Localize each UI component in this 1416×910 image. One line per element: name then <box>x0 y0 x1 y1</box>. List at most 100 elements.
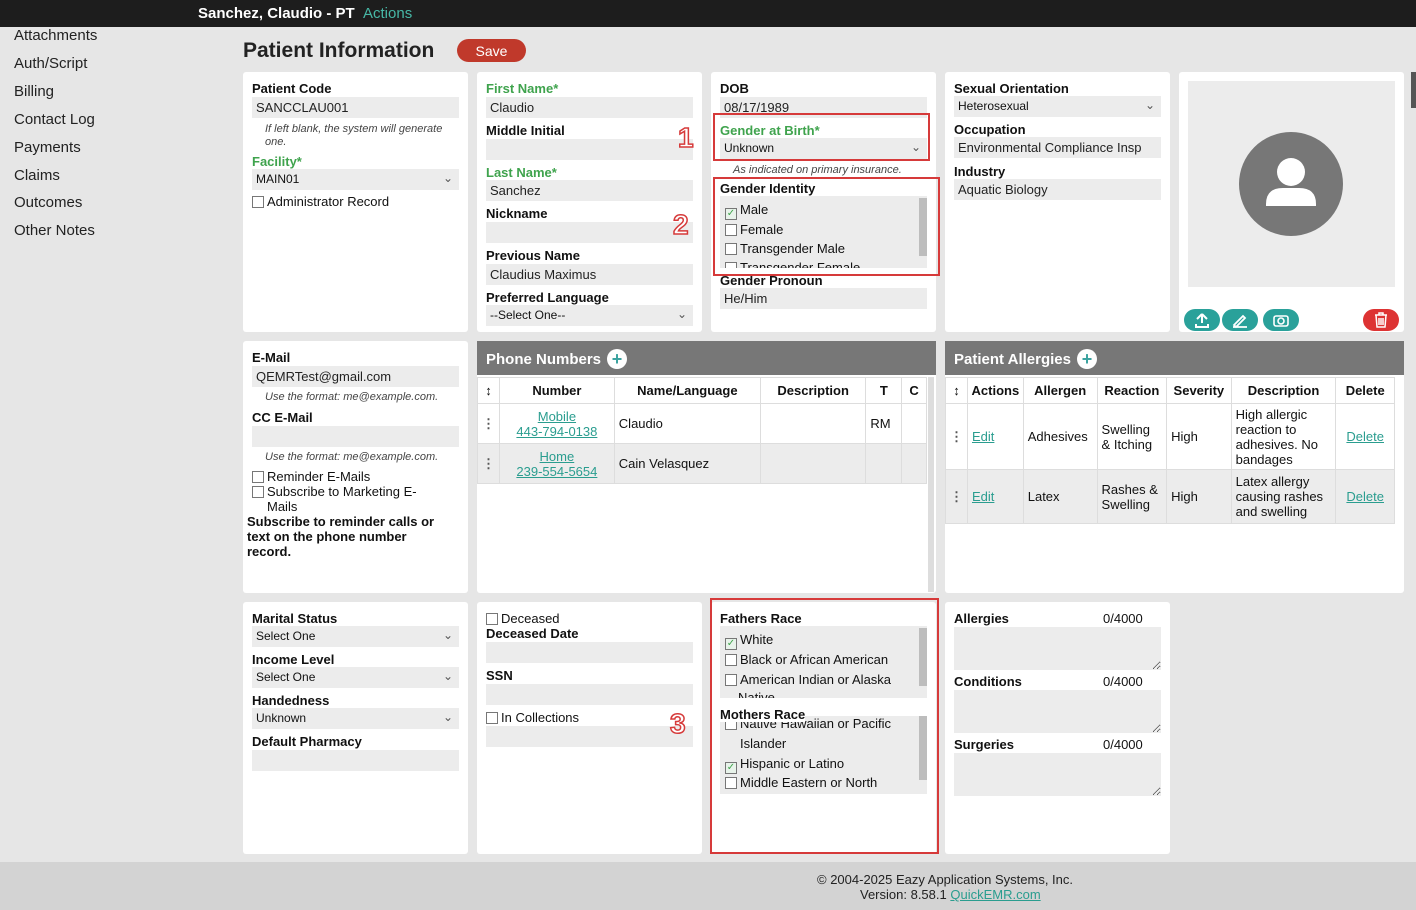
gender-birth-hint: As indicated on primary insurance. <box>733 164 902 176</box>
orientation-value: Heterosexual <box>958 99 1029 113</box>
checkbox-icon <box>252 471 264 483</box>
col-severity[interactable]: Severity <box>1166 377 1232 404</box>
conditions-textarea[interactable] <box>954 690 1161 733</box>
dob-label: DOB <box>720 81 749 96</box>
deceased-checkbox[interactable]: Deceased <box>486 611 560 626</box>
sidebar-item-auth-script[interactable]: Auth/Script <box>14 55 87 72</box>
subscribe-note-2: text on the phone number <box>247 529 407 544</box>
reminder-emails-checkbox[interactable]: Reminder E-Mails <box>252 469 370 484</box>
take-photo-button[interactable] <box>1263 309 1299 331</box>
col-number[interactable]: Number <box>499 377 615 404</box>
table-row[interactable]: ⋮ Edit Latex Rashes & Swelling High Latex… <box>945 469 1395 524</box>
sidebar-item-claims[interactable]: Claims <box>14 167 60 184</box>
sidebar-item-contact-log[interactable]: Contact Log <box>14 111 95 128</box>
first-name-label: First Name* <box>486 81 559 96</box>
middle-initial-input[interactable] <box>486 139 693 160</box>
admin-record-checkbox[interactable]: Administrator Record <box>252 194 389 209</box>
income-level-value: Select One <box>256 670 316 684</box>
facility-select[interactable]: MAIN01 ⌄ <box>252 169 459 190</box>
marital-status-select[interactable]: Select One ⌄ <box>252 626 459 647</box>
col-c[interactable]: C <box>901 377 927 404</box>
handedness-select[interactable]: Unknown ⌄ <box>252 708 459 729</box>
industry-input[interactable]: Aquatic Biology <box>954 179 1161 200</box>
sidebar-item-attachments[interactable]: Attachments <box>14 27 97 44</box>
marketing-emails-label-2: Mails <box>267 499 298 514</box>
marketing-emails-checkbox[interactable]: Subscribe to Marketing E- <box>252 484 417 499</box>
last-name-input[interactable]: Sanchez <box>486 180 693 201</box>
save-button[interactable]: Save <box>457 39 526 62</box>
phone-type-link[interactable]: Home <box>540 449 575 464</box>
first-name-input[interactable]: Claudio <box>486 97 693 118</box>
col-delete[interactable]: Delete <box>1335 377 1395 404</box>
sidebar-item-other-notes[interactable]: Other Notes <box>14 222 95 239</box>
social-card: Marital Status Select One ⌄ Income Level… <box>243 602 468 854</box>
allergies-textarea[interactable] <box>954 627 1161 670</box>
delete-allergy-link[interactable]: Delete <box>1346 489 1384 504</box>
drag-handle-icon[interactable]: ⋮ <box>945 403 968 470</box>
annotation-number-2: 2 <box>672 208 689 241</box>
col-description[interactable]: Description <box>759 377 867 404</box>
table-row[interactable]: ⋮ Home 239-554-5654 Cain Velasquez <box>477 443 927 484</box>
cc-email-hint: Use the format: me@example.com. <box>265 451 439 463</box>
phone-number-link[interactable]: 239-554-5654 <box>516 464 597 479</box>
severity-cell: High <box>1166 469 1232 524</box>
patient-code-input[interactable]: SANCCLAU001 <box>252 97 459 118</box>
pen-icon <box>1232 314 1247 329</box>
delete-photo-button[interactable] <box>1363 309 1399 331</box>
occupation-input[interactable]: Environmental Compliance Insp <box>954 137 1161 158</box>
col-reaction[interactable]: Reaction <box>1096 377 1168 404</box>
delete-allergy-link[interactable]: Delete <box>1346 429 1384 444</box>
col-allergen[interactable]: Allergen <box>1022 377 1098 404</box>
orientation-select[interactable]: Heterosexual ⌄ <box>954 96 1161 117</box>
edit-allergy-link[interactable]: Edit <box>972 489 994 504</box>
drag-handle-icon[interactable]: ⋮ <box>477 403 500 444</box>
phone-name: Cain Velasquez <box>613 443 761 484</box>
cc-email-input[interactable] <box>252 426 459 447</box>
col-actions[interactable]: Actions <box>967 377 1024 404</box>
chevron-down-icon: ⌄ <box>442 171 453 185</box>
drag-handle-icon[interactable]: ⋮ <box>945 469 968 524</box>
ssn-input[interactable] <box>486 684 693 705</box>
col-description[interactable]: Description <box>1230 377 1337 404</box>
add-allergy-button[interactable]: + <box>1076 349 1097 369</box>
add-phone-button[interactable]: + <box>607 349 628 369</box>
deceased-card: Deceased Deceased Date SSN In Collection… <box>477 602 702 854</box>
table-row[interactable]: ⋮ Mobile 443-794-0138 Claudio RM <box>477 403 927 444</box>
conditions-label: Conditions <box>954 674 1022 689</box>
email-input[interactable]: QEMRTest@gmail.com <box>252 366 459 387</box>
page-scrollbar[interactable] <box>1411 72 1416 108</box>
edit-allergy-link[interactable]: Edit <box>972 429 994 444</box>
mothers-race-label: Mothers Race <box>720 707 806 722</box>
marital-status-label: Marital Status <box>252 611 338 626</box>
phone-type-link[interactable]: Mobile <box>538 409 576 424</box>
user-silhouette-icon <box>1239 132 1343 236</box>
preferred-language-select[interactable]: --Select One-- ⌄ <box>486 305 693 326</box>
sort-icon[interactable]: ↕ <box>477 377 500 404</box>
phone-numbers-table: ↕ Number Name/Language Description T C ⋮… <box>477 377 927 484</box>
collections-input[interactable] <box>486 726 693 747</box>
nickname-input[interactable] <box>486 222 693 243</box>
upload-photo-button[interactable] <box>1184 309 1220 331</box>
surgeries-textarea[interactable] <box>954 753 1161 796</box>
drag-handle-icon[interactable]: ⋮ <box>477 443 500 484</box>
gender-pronoun-input[interactable]: He/Him <box>720 288 927 309</box>
table-row[interactable]: ⋮ Edit Adhesives Swelling & Itching High … <box>945 403 1395 470</box>
actions-menu[interactable]: Actions <box>363 5 412 22</box>
previous-name-input[interactable]: Claudius Maximus <box>486 264 693 285</box>
sidebar-item-billing[interactable]: Billing <box>14 83 54 100</box>
income-level-select[interactable]: Select One ⌄ <box>252 667 459 688</box>
sidebar-item-outcomes[interactable]: Outcomes <box>14 194 82 211</box>
default-pharmacy-input[interactable] <box>252 750 459 771</box>
deceased-date-input[interactable] <box>486 642 693 663</box>
draw-photo-button[interactable] <box>1222 309 1258 331</box>
phone-number-link[interactable]: 443-794-0138 <box>516 424 597 439</box>
col-name-language[interactable]: Name/Language <box>613 377 761 404</box>
sort-icon[interactable]: ↕ <box>945 377 968 404</box>
phone-table-scrollbar[interactable] <box>928 377 934 592</box>
subscribe-note-1: Subscribe to reminder calls or <box>247 514 435 529</box>
col-t[interactable]: T <box>865 377 903 404</box>
in-collections-checkbox[interactable]: In Collections <box>486 710 579 725</box>
footer-link[interactable]: QuickEMR.com <box>950 887 1040 902</box>
phone-c <box>901 443 927 484</box>
sidebar-item-payments[interactable]: Payments <box>14 139 81 156</box>
